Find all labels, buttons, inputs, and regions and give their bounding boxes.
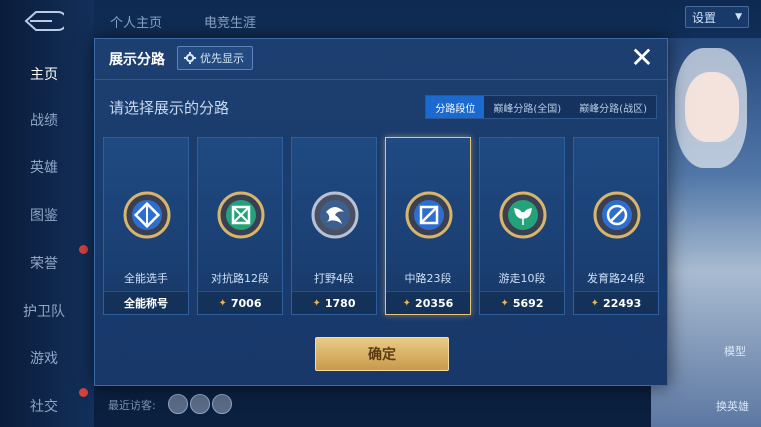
avatar[interactable] [168,394,188,414]
nav-item-record[interactable]: 战绩 [0,110,88,130]
nav-item-guard[interactable]: 护卫队 [0,301,88,321]
lane-footer: ✦ 5692 [480,291,564,314]
gear-icon [184,52,196,64]
tab-profile[interactable]: 个人主页 [110,12,162,31]
lane-footer: ✦ 20356 [386,291,470,314]
rank-points-icon: ✦ [500,297,509,309]
change-hero-label[interactable]: 换英雄 [716,398,749,414]
lane-points: 1780 [324,296,356,310]
lane-name: 游走10段 [498,272,546,285]
lane-points: 5692 [512,296,544,310]
left-nav: 主页 战绩 英雄 图鉴 荣誉 护卫队 游戏 社交 [0,0,94,427]
top-bar: 个人主页 电竞生涯 设置 ▼ [94,0,761,38]
nav-item-social[interactable]: 社交 [0,396,88,416]
lane-footer: ✦ 22493 [574,291,658,314]
model-label[interactable]: 模型 [724,343,746,359]
rank-points-icon: ✦ [312,297,321,309]
lane-footer: ✦ 7006 [198,291,282,314]
lane-card-roam[interactable]: 游走10段 ✦ 5692 [479,137,565,315]
lane-card-all-round[interactable]: 全能选手 全能称号 [103,137,189,315]
notification-dot [79,245,88,254]
lane-name: 发育路24段 [587,272,645,285]
settings-button[interactable]: 设置 ▼ [685,6,749,28]
close-icon[interactable]: ✕ [627,43,657,73]
tab-lane-rank[interactable]: 分路段位 [426,96,485,118]
lane-name: 全能选手 [124,272,168,285]
farm-lane-badge-icon [593,191,641,239]
lane-card-jungle[interactable]: 打野4段 ✦ 1780 [291,137,377,315]
priority-display-button[interactable]: 优先显示 [177,46,253,70]
rank-points-icon: ✦ [402,297,412,309]
roam-badge-icon [499,191,547,239]
avatar[interactable] [212,394,232,414]
lane-points: 22493 [603,296,642,310]
lane-name: 中路23段 [404,272,452,285]
chevron-down-icon: ▼ [735,12,742,22]
nav-item-home[interactable]: 主页 [0,64,88,84]
dialog-title: 展示分路 [109,52,165,68]
lane-name: 对抗路12段 [211,272,269,285]
lane-card-farm[interactable]: 发育路24段 ✦ 22493 [573,137,659,315]
jungle-badge-icon [311,191,359,239]
nav-item-honor[interactable]: 荣誉 [0,253,88,273]
rank-points-icon: ✦ [590,297,600,309]
lane-name: 打野4段 [314,272,354,285]
lane-card-mid[interactable]: 中路23段 ✦ 20356 [385,137,471,315]
lane-footer: ✦ 1780 [292,291,376,314]
confirm-button[interactable]: 确定 [315,337,449,371]
lane-type-tabs: 分路段位 巅峰分路(全国) 巅峰分路(战区) [425,95,657,119]
tab-peak-region[interactable]: 巅峰分路(战区) [570,96,656,118]
clash-lane-badge-icon [217,191,265,239]
nav-item-games[interactable]: 游戏 [0,348,88,368]
mid-lane-badge-icon [405,191,453,239]
tab-esports[interactable]: 电竞生涯 [204,12,256,31]
hero-face-art [685,72,739,142]
tab-peak-national[interactable]: 巅峰分路(全国) [484,96,570,118]
settings-label: 设置 [692,10,717,25]
lane-points: 7006 [230,296,262,310]
nav-item-heroes[interactable]: 英雄 [0,157,88,177]
rank-points-icon: ✦ [218,297,227,309]
recent-visitors-label: 最近访客: [108,399,156,412]
lane-footer: 全能称号 [104,291,188,314]
lane-points: 20356 [415,296,454,310]
priority-display-label: 优先显示 [200,52,244,65]
notification-dot [79,388,88,397]
display-lane-dialog: 展示分路 优先显示 ✕ 请选择展示的分路 分路段位 巅峰分路(全国) 巅峰分路(… [94,38,668,386]
dialog-subtitle: 请选择展示的分路 [109,99,230,117]
lane-card-clash[interactable]: 对抗路12段 ✦ 7006 [197,137,283,315]
nav-item-codex[interactable]: 图鉴 [0,205,88,225]
back-icon[interactable] [20,8,64,34]
avatar[interactable] [190,394,210,414]
all-round-badge-icon [123,191,171,239]
lane-points: 全能称号 [124,297,168,310]
divider [95,79,667,80]
